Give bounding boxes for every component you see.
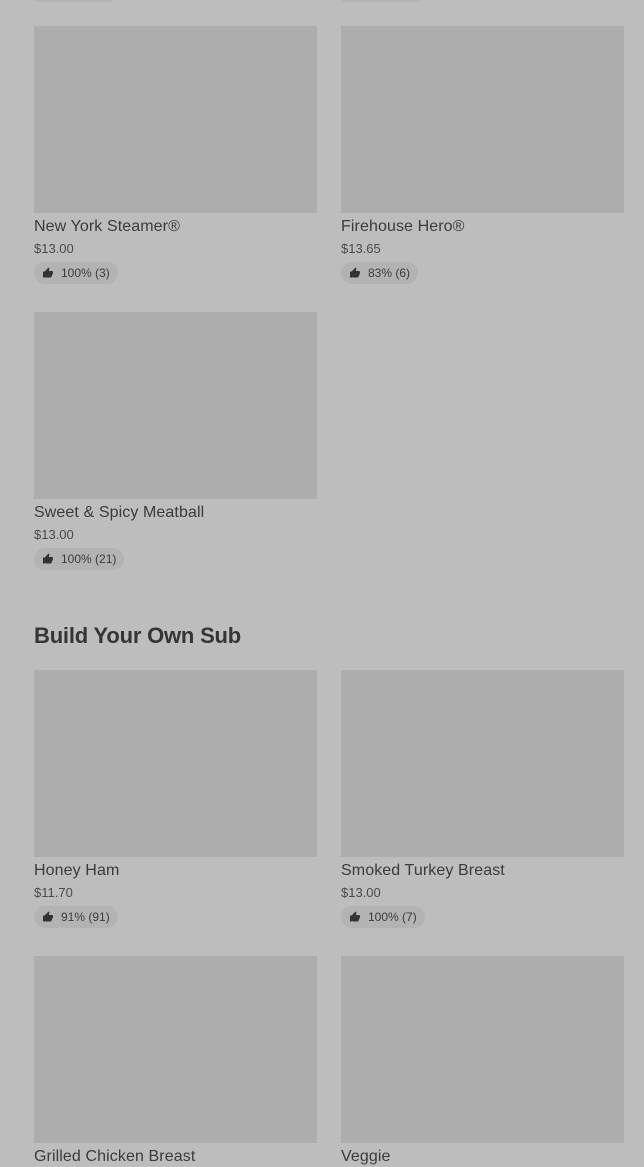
rating-pill-partial	[341, 0, 421, 2]
menu-item-image[interactable]	[34, 670, 317, 857]
menu-item-name: Veggie	[341, 1148, 391, 1165]
rating-badge: 100% (21)	[34, 548, 125, 570]
rating-pill-partial	[34, 0, 114, 2]
rating-text: 83% (6)	[368, 266, 411, 280]
menu-item-price: $13.00	[341, 885, 381, 900]
rating-badge: 91% (91)	[34, 906, 118, 928]
menu-item-image[interactable]	[341, 26, 624, 213]
menu-item-card[interactable]: Grilled Chicken Breast	[34, 956, 317, 1166]
menu-item-name: Grilled Chicken Breast	[34, 1148, 196, 1165]
rating-badge: 100% (7)	[341, 906, 425, 928]
menu-item-image[interactable]	[34, 26, 317, 213]
thumbs-up-icon	[43, 911, 53, 922]
rating-text: 100% (7)	[368, 910, 417, 924]
rating-badge: 100% (3)	[34, 262, 118, 284]
rating-text: 100% (21)	[61, 552, 117, 566]
menu-item-name: Honey Ham	[34, 862, 120, 879]
menu-item-name: New York Steamer®	[34, 218, 180, 235]
menu-item-card[interactable]: Firehouse Hero® $13.65 83% (6)	[341, 26, 624, 284]
menu-item-card[interactable]: Smoked Turkey Breast $13.00 100% (7)	[341, 670, 624, 928]
rating-text: 91% (91)	[61, 910, 110, 924]
menu-item-card[interactable]: New York Steamer® $13.00 100% (3)	[34, 26, 317, 284]
menu-item-name: Smoked Turkey Breast	[341, 862, 505, 879]
rating-badge: 83% (6)	[341, 262, 419, 284]
menu-item-image[interactable]	[341, 956, 624, 1143]
section-title: Build Your Own Sub	[34, 623, 242, 648]
menu-item-card[interactable]: Veggie	[341, 956, 624, 1166]
menu-item-name: Firehouse Hero®	[341, 218, 465, 235]
menu-item-name: Sweet & Spicy Meatball	[34, 504, 205, 521]
menu-item-image[interactable]	[341, 670, 624, 857]
menu-item-price: $13.65	[341, 241, 381, 256]
thumbs-up-icon	[43, 267, 53, 278]
menu-item-image[interactable]	[34, 312, 317, 499]
menu-item-price: $13.00	[34, 241, 74, 256]
menu-item-card[interactable]: Sweet & Spicy Meatball $13.00 100% (21)	[34, 312, 317, 570]
menu-item-image[interactable]	[34, 956, 317, 1143]
thumbs-up-icon	[350, 267, 360, 278]
thumbs-up-icon	[43, 553, 53, 564]
menu-item-price: $11.70	[34, 885, 73, 900]
menu-item-price: $13.00	[34, 527, 74, 542]
thumbs-up-icon	[350, 911, 360, 922]
menu-item-card[interactable]: Honey Ham $11.70 91% (91)	[34, 670, 317, 928]
rating-text: 100% (3)	[61, 266, 110, 280]
